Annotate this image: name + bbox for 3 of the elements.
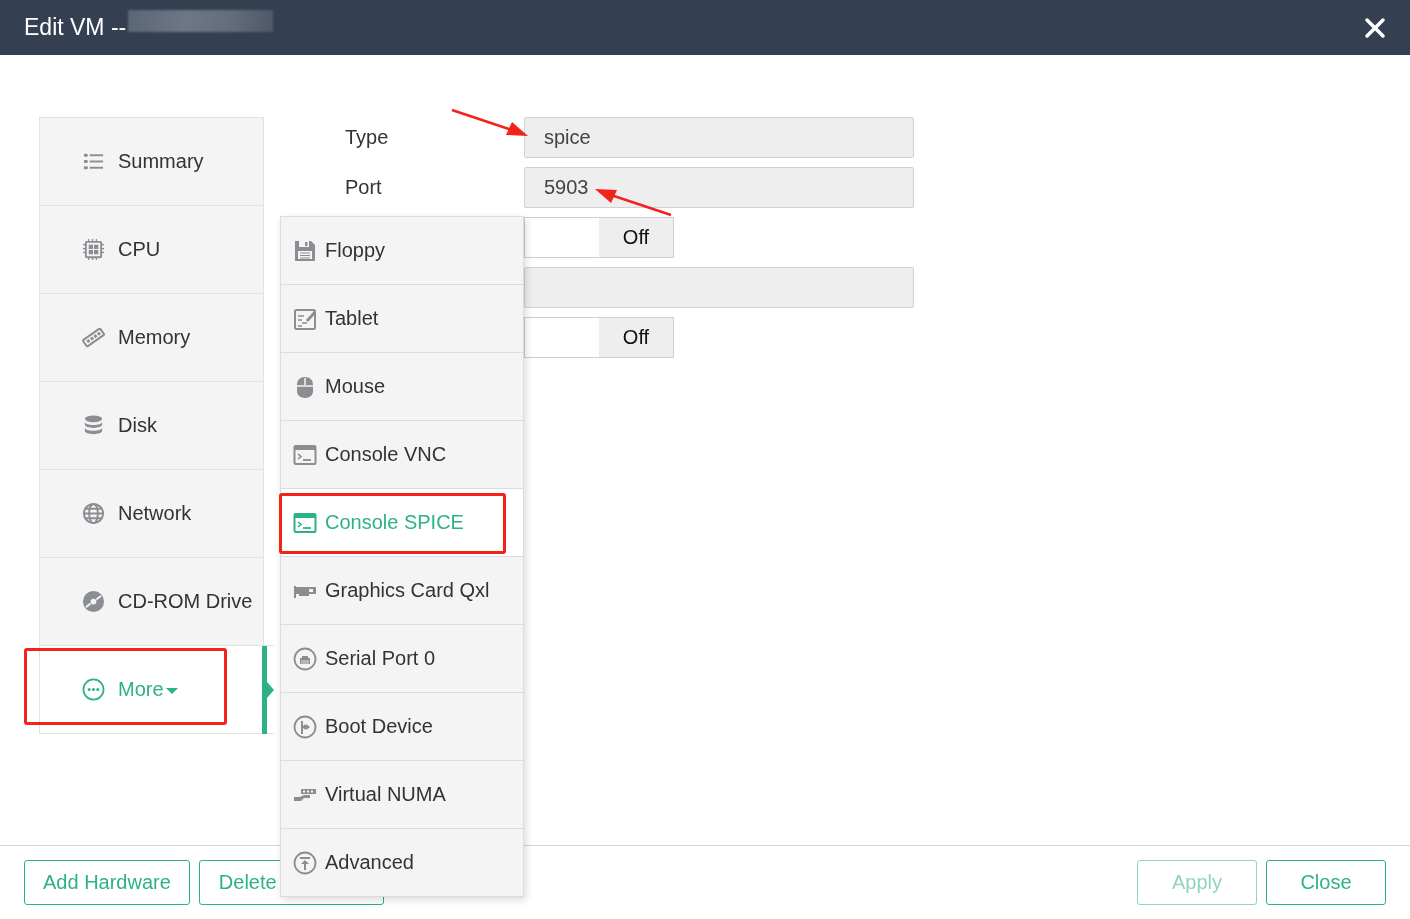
window-title: Edit VM -- bbox=[24, 14, 127, 41]
field-label: Type bbox=[345, 126, 390, 149]
field-label: Port bbox=[345, 176, 383, 199]
